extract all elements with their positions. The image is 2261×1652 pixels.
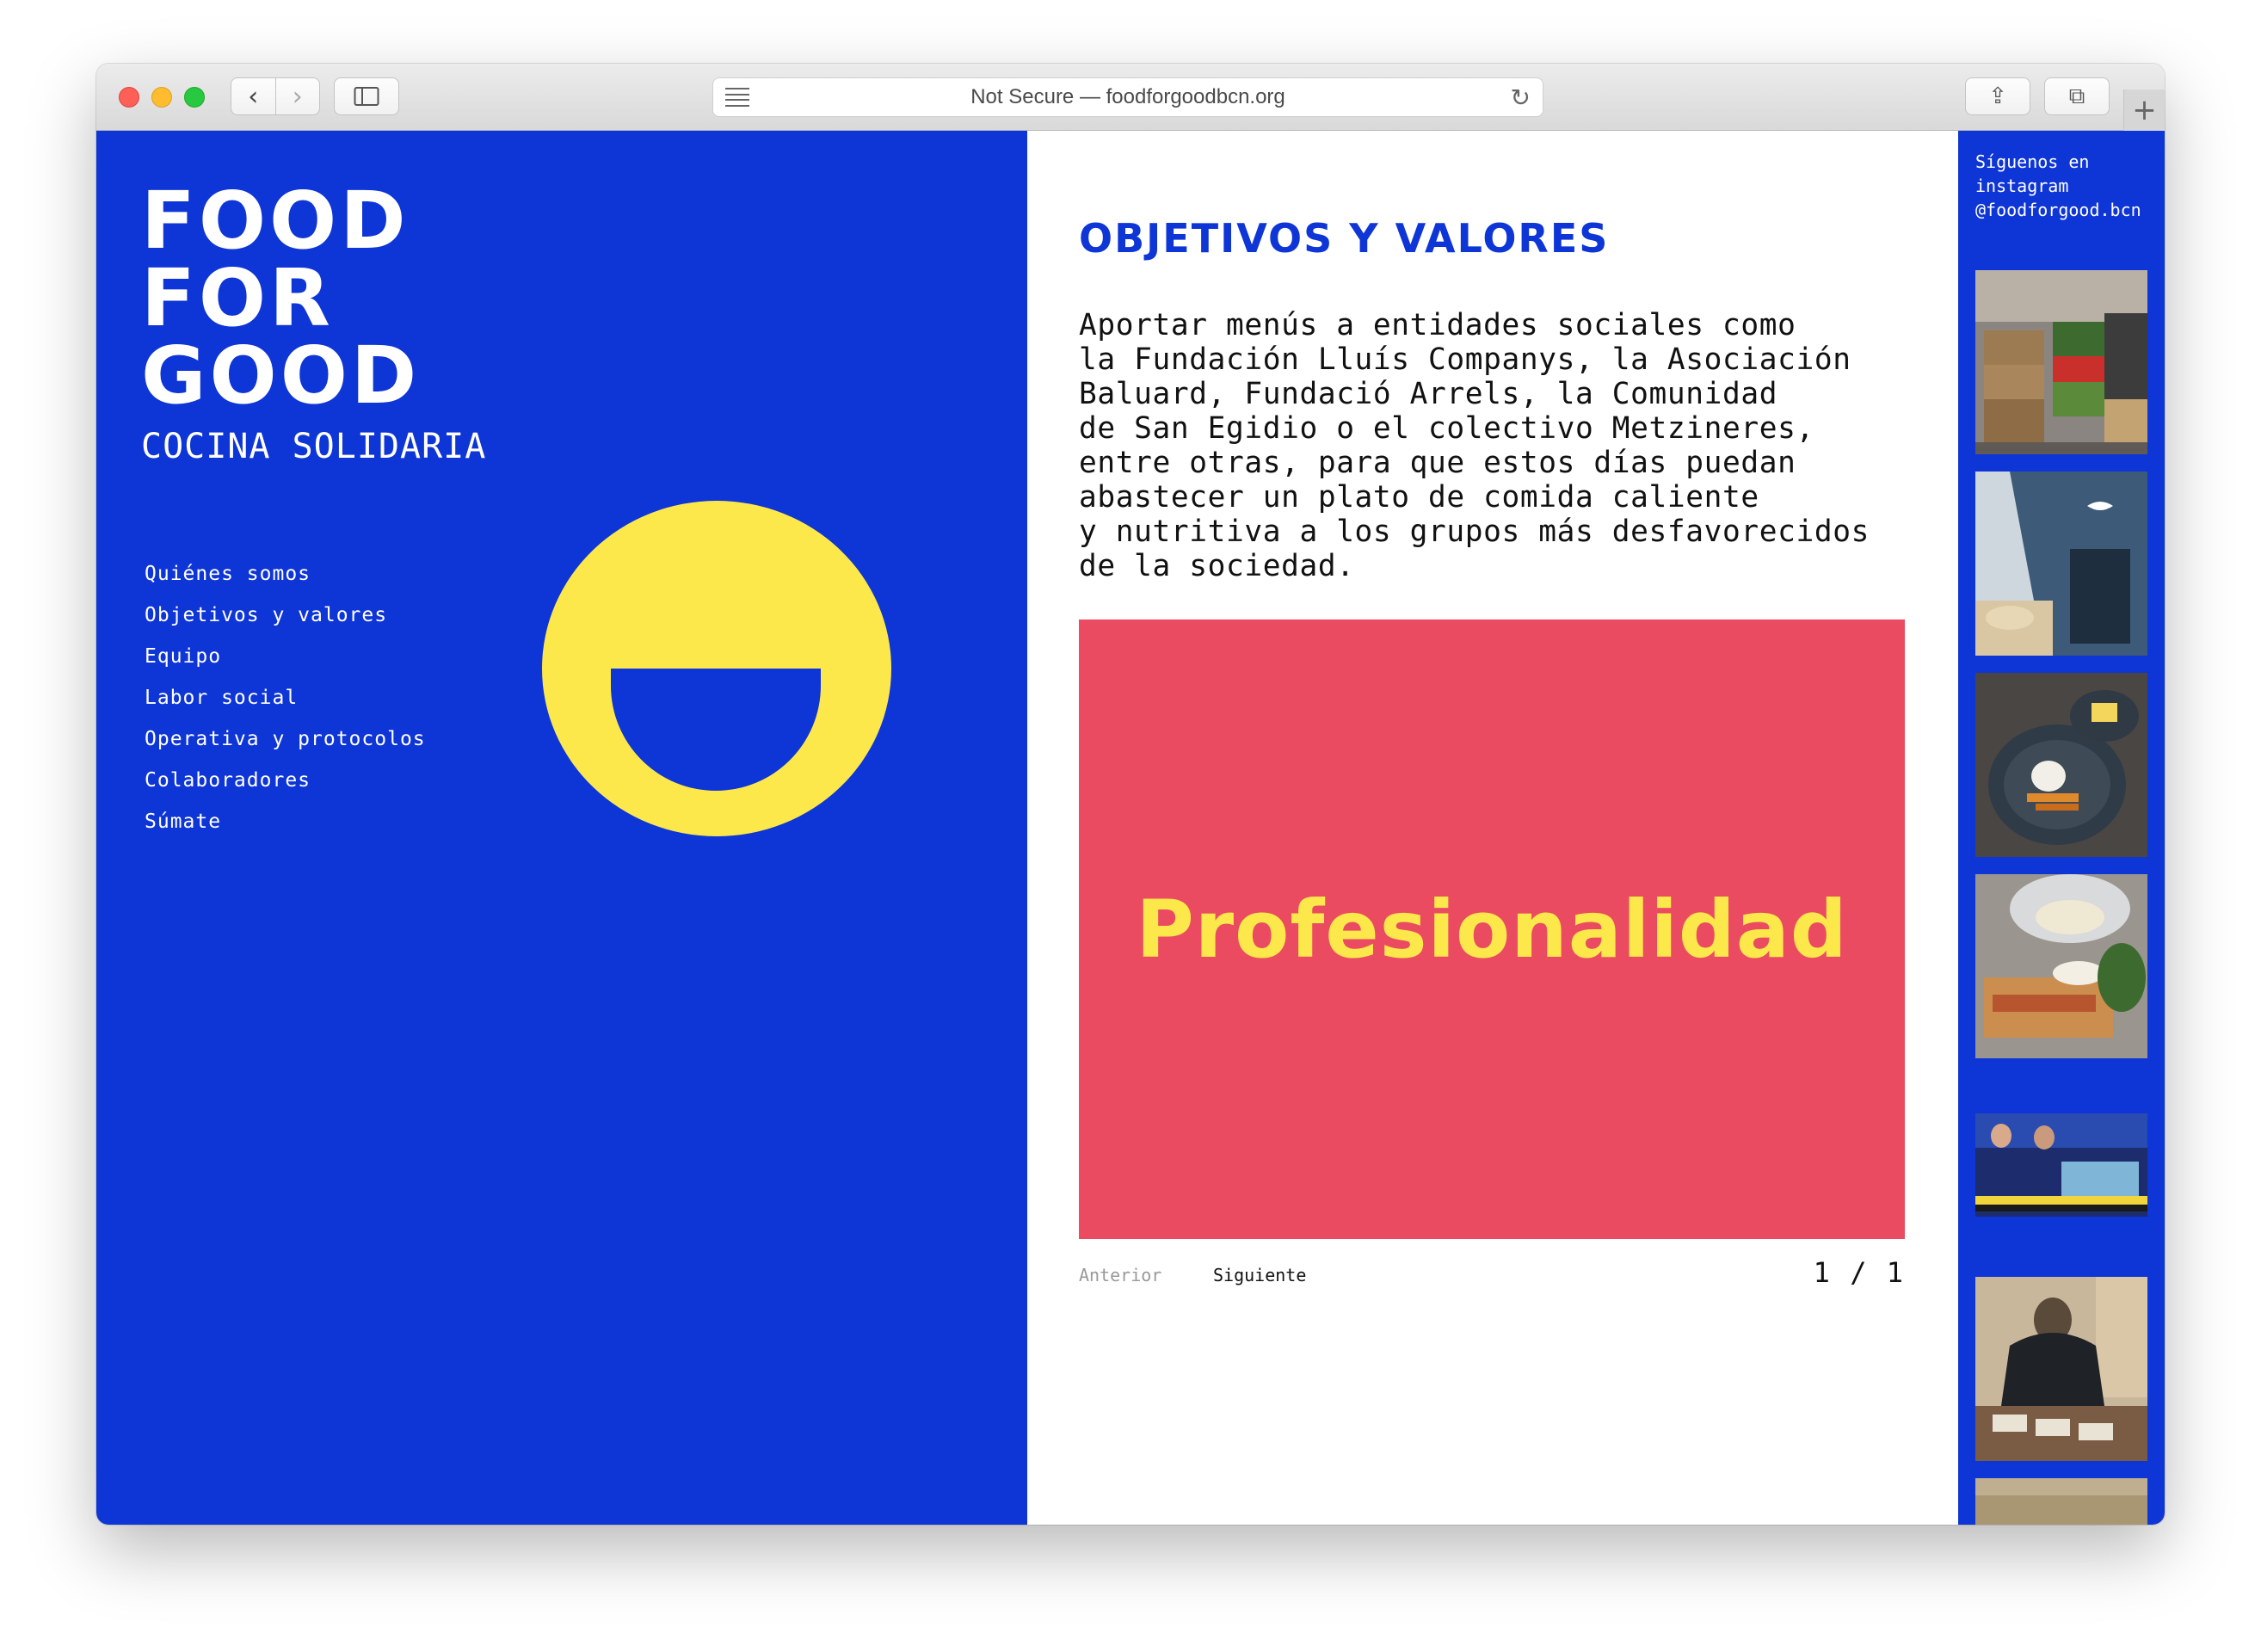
- plus-icon: +: [2132, 93, 2157, 127]
- menu-item-equipo[interactable]: Equipo: [145, 645, 426, 687]
- reader-icon[interactable]: [725, 88, 749, 107]
- instagram-handle: @foodforgood.bcn: [1975, 200, 2141, 220]
- menu-item-quienes-somos[interactable]: Quiénes somos: [145, 563, 426, 604]
- browser-window: ‹ › Not Secure — foodforgoodbcn.org ↻ ⇪ …: [96, 64, 2165, 1525]
- share-icon: ⇪: [1988, 83, 2007, 109]
- forward-icon[interactable]: ›: [274, 78, 320, 114]
- previous-slide-link[interactable]: Anterior: [1079, 1265, 1161, 1285]
- section-body: Aportar menús a entidades sociales como …: [1079, 308, 1870, 583]
- address-text: Not Secure — foodforgoodbcn.org: [970, 85, 1285, 108]
- new-tab-button[interactable]: +: [2123, 89, 2165, 131]
- tab-overview-button[interactable]: ⧉: [2044, 77, 2110, 115]
- instagram-link[interactable]: Síguenos en instagram @foodforgood.bcn: [1975, 150, 2165, 222]
- menu-item-objetivos-y-valores[interactable]: Objetivos y valores: [145, 604, 426, 645]
- menu-item-labor-social[interactable]: Labor social: [145, 687, 426, 728]
- main-menu: Quiénes somos Objetivos y valores Equipo…: [145, 563, 426, 852]
- values-slide: Profesionalidad: [1079, 620, 1905, 1239]
- instagram-photo-storefront[interactable]: [1975, 472, 2147, 656]
- instagram-photo-produce[interactable]: [1975, 270, 2147, 454]
- logo-line: GOOD: [141, 330, 421, 422]
- instagram-photo-dish[interactable]: [1975, 673, 2147, 857]
- left-panel: FOOD FOR GOOD COCINA SOLIDARIA Quiénes s…: [96, 131, 1027, 1525]
- zoom-window-button[interactable]: [184, 87, 205, 108]
- instagram-photo-tv[interactable]: [1975, 1076, 2147, 1260]
- instagram-photo-meal[interactable]: [1975, 874, 2147, 1058]
- close-window-button[interactable]: [119, 87, 139, 108]
- site-logo[interactable]: FOOD FOR GOOD: [141, 175, 421, 422]
- menu-item-colaboradores[interactable]: Colaboradores: [145, 769, 426, 811]
- menu-item-operativa-y-protocolos[interactable]: Operativa y protocolos: [145, 728, 426, 769]
- share-button[interactable]: ⇪: [1965, 77, 2030, 115]
- next-slide-link[interactable]: Siguiente: [1213, 1265, 1306, 1285]
- logo-line: FOR: [141, 252, 334, 344]
- minimize-window-button[interactable]: [151, 87, 172, 108]
- content-panel: OBJETIVOS Y VALORES Aportar menús a enti…: [1027, 131, 1958, 1525]
- menu-item-sumate[interactable]: Súmate: [145, 811, 426, 852]
- web-page: FOOD FOR GOOD COCINA SOLIDARIA Quiénes s…: [96, 131, 2165, 1525]
- sidebar-icon: [354, 87, 379, 106]
- smile-logo-icon: [542, 501, 891, 836]
- sidebar-toggle-button[interactable]: [334, 77, 399, 115]
- history-nav: ‹ ›: [231, 77, 320, 115]
- browser-toolbar: ‹ › Not Secure — foodforgoodbcn.org ↻ ⇪ …: [96, 64, 2165, 131]
- site-subtitle: COCINA SOLIDARIA: [141, 427, 487, 466]
- reload-icon[interactable]: ↻: [1511, 83, 1531, 112]
- instagram-panel: Síguenos en instagram @foodforgood.bcn: [1958, 131, 2165, 1525]
- instagram-line: instagram: [1975, 176, 2069, 196]
- address-bar[interactable]: Not Secure — foodforgoodbcn.org ↻: [712, 77, 1543, 117]
- instagram-photo-chef[interactable]: [1975, 1277, 2147, 1461]
- tabs-icon: ⧉: [2068, 83, 2085, 109]
- slide-counter: 1 / 1: [1813, 1256, 1905, 1289]
- slide-word: Profesionalidad: [1136, 883, 1848, 976]
- back-icon[interactable]: ‹: [231, 78, 275, 114]
- instagram-photo-partial[interactable]: [1975, 1478, 2147, 1525]
- instagram-line: Síguenos en: [1975, 151, 2090, 172]
- section-title: OBJETIVOS Y VALORES: [1079, 215, 1610, 262]
- logo-line: FOOD: [141, 175, 410, 267]
